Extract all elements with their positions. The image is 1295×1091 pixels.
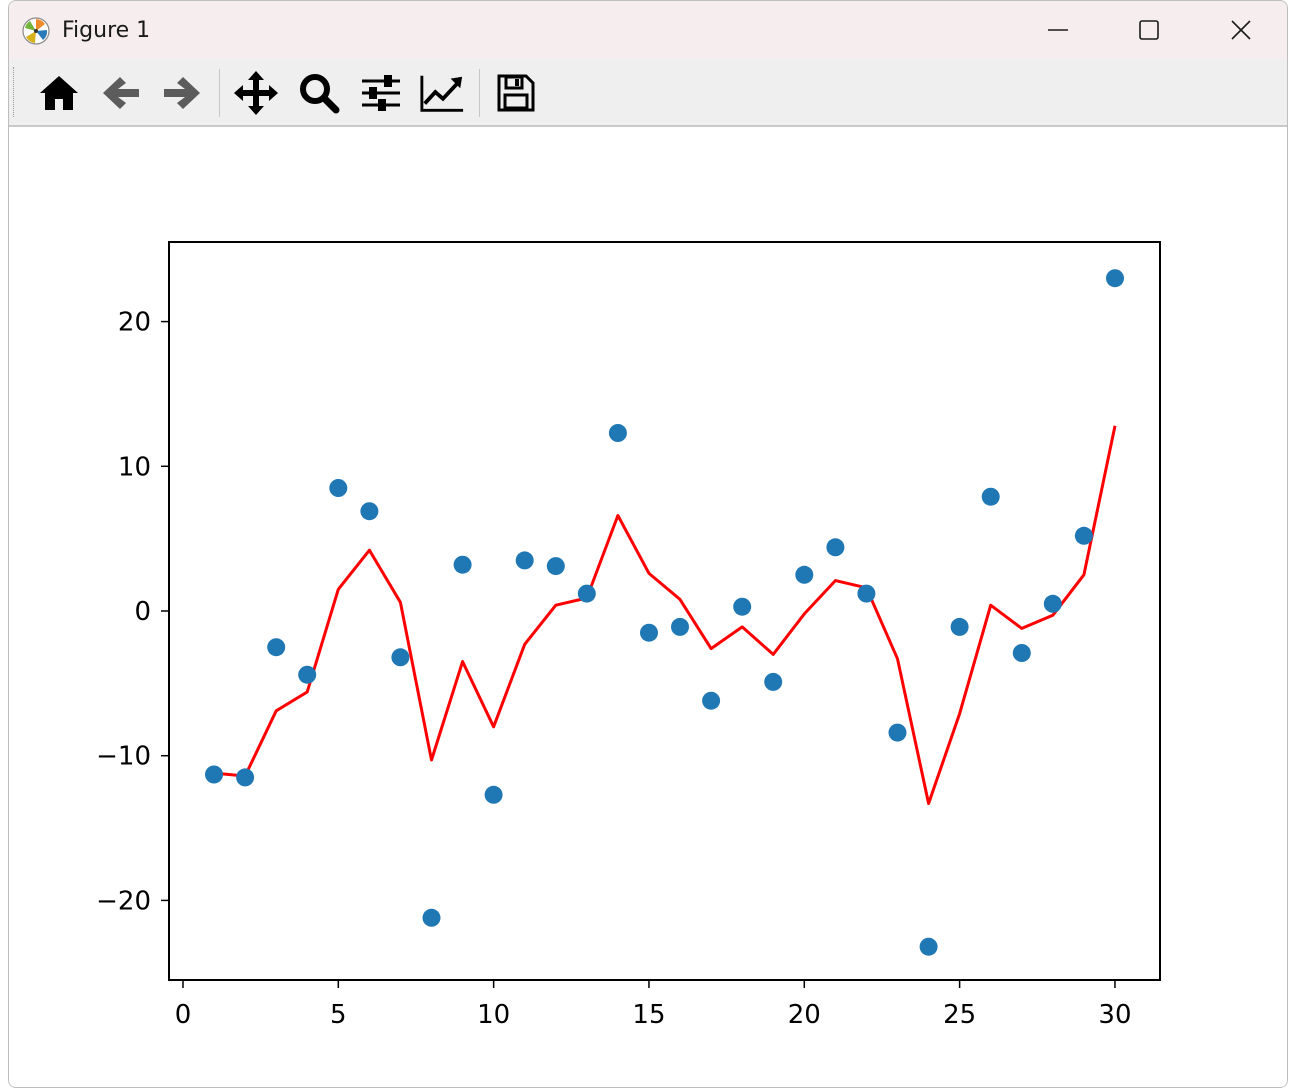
scatter-point [764, 672, 783, 691]
floppy-disk-icon [497, 74, 535, 112]
home-icon [40, 76, 78, 110]
background-strip [0, 0, 8, 1091]
scatter-point [857, 584, 876, 603]
x-tick-label: 10 [477, 1000, 510, 1030]
scatter-point [360, 502, 379, 521]
y-tick-label: 0 [134, 597, 151, 627]
arrow-right-icon [164, 77, 200, 109]
y-tick-label: −10 [96, 742, 151, 772]
scatter-point [453, 555, 472, 574]
scatter-point [1012, 644, 1031, 662]
x-tick-label: 25 [943, 1000, 976, 1030]
scatter-point [205, 765, 223, 784]
scatter-point [546, 557, 565, 576]
title-bar[interactable]: Figure 1 [9, 1, 1287, 59]
forward-button[interactable] [159, 70, 205, 116]
x-tick-label: 5 [330, 1000, 347, 1030]
x-tick-label: 20 [788, 1000, 821, 1030]
scatter-point [888, 723, 907, 742]
save-button[interactable] [493, 70, 539, 116]
magnifier-icon [300, 74, 340, 114]
x-tick-label: 0 [175, 1000, 192, 1030]
scatter-point [608, 424, 627, 442]
scatter-point [391, 648, 410, 667]
y-tick-label: 10 [118, 452, 151, 482]
scatter-point [1043, 594, 1062, 613]
plot-area[interactable]: 0 5 10 15 20 25 30 −20 −10 0 10 20 [9, 127, 1287, 1087]
navigation-toolbar [9, 59, 1287, 127]
maximize-button[interactable] [1103, 1, 1195, 59]
scatter-point [422, 908, 441, 927]
scatter-point [702, 691, 721, 710]
scatter-point [826, 538, 845, 557]
scatter-point [640, 623, 658, 642]
scatter-point [484, 785, 503, 804]
axes-edit-button[interactable] [419, 70, 465, 116]
x-tick-label: 30 [1098, 1000, 1131, 1030]
scatter-point [515, 551, 534, 570]
y-tick-label: −20 [96, 886, 151, 916]
scatter-point [981, 487, 1000, 506]
figure-window: Figure 1 0 5 10 15 20 25 30 −20 −10 0 10… [8, 0, 1288, 1088]
toolbar-grip [13, 67, 17, 117]
axes-frame [168, 241, 1161, 981]
back-button[interactable] [98, 70, 144, 116]
minimize-button[interactable] [1012, 1, 1104, 59]
matplotlib-logo-icon [22, 17, 50, 45]
line-series [213, 425, 1117, 805]
arrow-left-icon [103, 77, 139, 109]
line-chart-icon [420, 75, 464, 112]
scatter-point [671, 617, 689, 636]
home-button[interactable] [36, 70, 82, 116]
figure-canvas[interactable]: 0 5 10 15 20 25 30 −20 −10 0 10 20 [9, 127, 1287, 1087]
close-button[interactable] [1195, 1, 1287, 59]
minimize-icon [1048, 29, 1068, 31]
scatter-point [950, 617, 969, 636]
window-title: Figure 1 [62, 18, 151, 43]
scatter-point [919, 937, 938, 956]
maximize-icon [1139, 20, 1159, 40]
scatter-point [733, 597, 752, 616]
pan-button[interactable] [233, 70, 279, 116]
scatter-point [267, 638, 286, 657]
y-tick-label: 20 [118, 308, 151, 338]
toolbar-separator [219, 69, 220, 117]
scatter-point [1074, 526, 1093, 545]
close-icon [1231, 20, 1251, 40]
x-tick-label: 15 [632, 1000, 665, 1030]
scatter-point [329, 479, 348, 497]
zoom-button[interactable] [296, 70, 342, 116]
subplots-button[interactable] [358, 70, 404, 116]
sliders-icon [362, 75, 400, 111]
scatter-point [1106, 269, 1124, 288]
scatter-point [577, 584, 596, 603]
scatter-point [795, 565, 814, 584]
scatter-point [236, 768, 255, 787]
toolbar-separator [479, 69, 480, 117]
move-icon [234, 71, 278, 115]
scatter-point [298, 665, 317, 684]
